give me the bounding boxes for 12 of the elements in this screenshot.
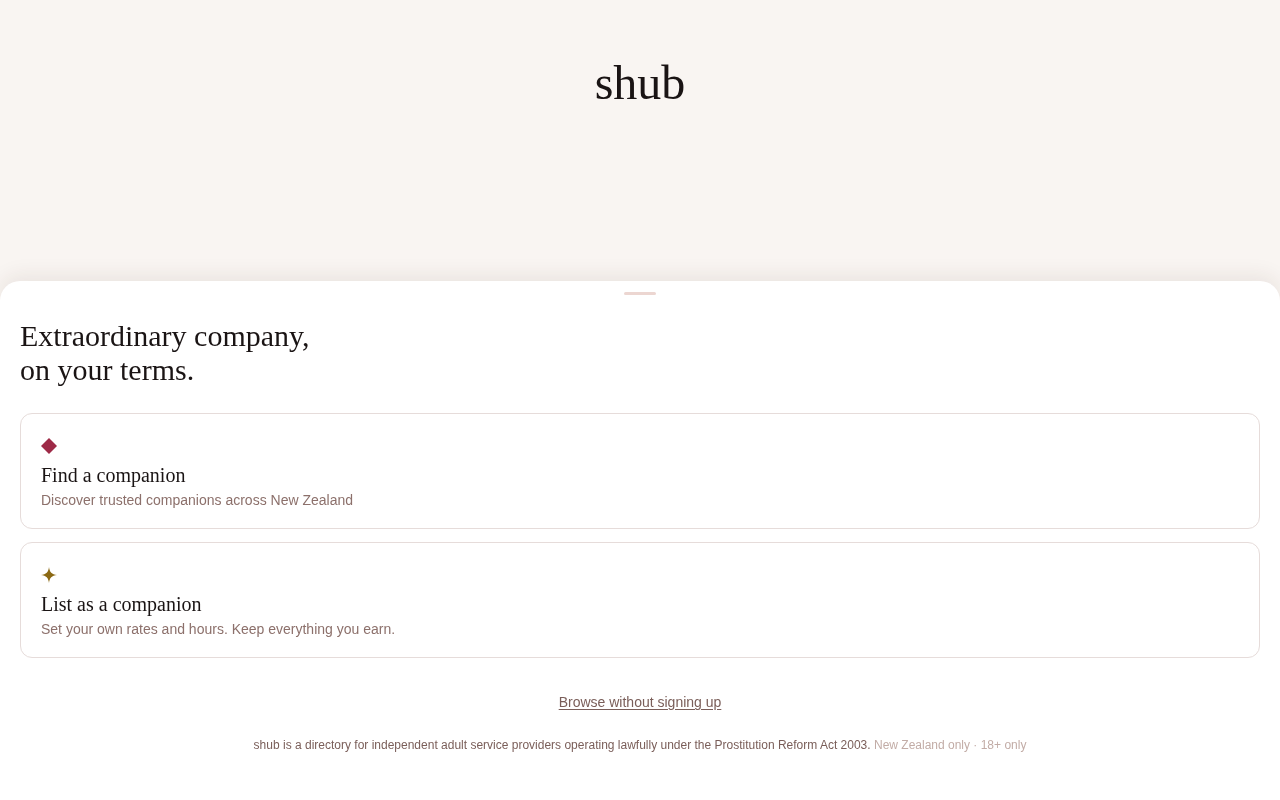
- footer-disclaimer: shub is a directory for independent adult service providers operating lawfully under the Prostitution Reform Act 2003.: [253, 738, 871, 752]
- drag-handle: [624, 292, 656, 295]
- logo: shub: [594, 55, 686, 111]
- option-description: Discover trusted companions across New Zealand: [41, 491, 354, 510]
- browse-link[interactable]: Browse without signing up: [558, 692, 722, 712]
- option-title: List as a companion: [41, 592, 202, 617]
- option-description: Set your own rates and hours. Keep everything you earn.: [41, 620, 396, 639]
- option-card[interactable]: List as a companion Set your own rates and hours. Keep everything you earn.: [20, 542, 1260, 658]
- sheet-heading: Extraordinary company, on your terms.: [20, 319, 310, 387]
- footer-note: New Zealand only · 18+ only: [873, 738, 1027, 752]
- option-title: Find a companion: [41, 463, 186, 488]
- option-card[interactable]: Find a companion Discover trusted companions across New Zealand: [20, 413, 1260, 529]
